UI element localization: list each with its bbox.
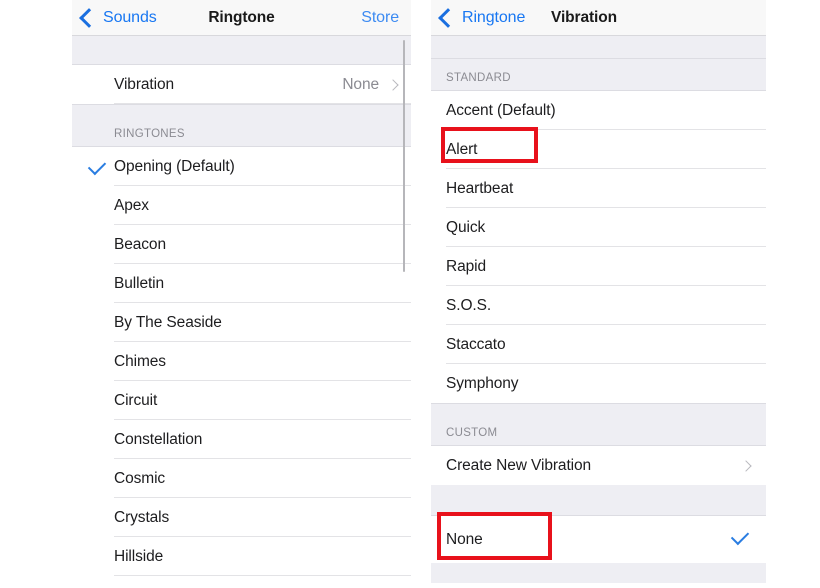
row-ringtone-label: Chimes — [114, 352, 166, 370]
chevron-left-icon — [79, 8, 99, 28]
row-vibration-label: Staccato — [446, 335, 506, 353]
row-ringtone-label: Circuit — [114, 391, 158, 409]
row-ringtone-bulletin[interactable]: Bulletin — [72, 264, 411, 303]
row-vibration-label: Rapid — [446, 257, 486, 275]
row-ringtone-circuit[interactable]: Circuit — [72, 381, 411, 420]
vibration-page-title: Vibration — [551, 8, 617, 26]
row-vibration-none-label: None — [446, 530, 483, 548]
row-ringtone-cosmic[interactable]: Cosmic — [72, 459, 411, 498]
chevron-right-icon — [387, 78, 399, 91]
ringtone-page-title: Ringtone — [208, 8, 275, 26]
row-vibration[interactable]: Vibration None — [72, 65, 411, 104]
standard-section-header: STANDARD — [431, 59, 766, 91]
back-to-ringtone-label: Ringtone — [462, 9, 526, 26]
back-to-sounds-button[interactable]: Sounds — [79, 0, 157, 36]
row-ringtone-label: Bulletin — [114, 274, 165, 292]
top-spacer — [72, 36, 411, 65]
row-vibration-sos[interactable]: S.O.S. — [431, 286, 766, 325]
row-vibration-label: Heartbeat — [446, 179, 514, 197]
row-ringtone-label: Opening (Default) — [114, 157, 235, 175]
row-vibration-label: Symphony — [446, 374, 519, 392]
row-vibration-label: Accent (Default) — [446, 101, 556, 119]
row-vibration-quick[interactable]: Quick — [431, 208, 766, 247]
row-ringtone-apex[interactable]: Apex — [72, 186, 411, 225]
chevron-right-icon — [740, 459, 752, 472]
vibration-navbar: Ringtone Vibration — [431, 0, 766, 36]
row-separator — [114, 103, 411, 104]
row-ringtone-chimes[interactable]: Chimes — [72, 342, 411, 381]
row-ringtone-constellation[interactable]: Constellation — [72, 420, 411, 459]
row-separator — [114, 575, 411, 576]
row-vibration-label: Vibration — [114, 75, 174, 93]
row-ringtone-label: Beacon — [114, 235, 166, 253]
row-ringtone-label: Constellation — [114, 430, 203, 448]
row-vibration-heartbeat[interactable]: Heartbeat — [431, 169, 766, 208]
row-vibration-accent[interactable]: Accent (Default) — [431, 91, 766, 130]
ringtone-panel: Sounds Ringtone Store Vibration None RIN… — [72, 0, 411, 588]
row-ringtone-beacon[interactable]: Beacon — [72, 225, 411, 264]
vibration-panel: Ringtone Vibration STANDARD Accent (Defa… — [431, 0, 766, 588]
row-vibration-label: Alert — [446, 140, 478, 158]
row-create-new-vibration-label: Create New Vibration — [446, 456, 592, 474]
row-vibration-label: Quick — [446, 218, 486, 236]
row-vibration-symphony[interactable]: Symphony — [431, 364, 766, 403]
vertical-scrollbar[interactable] — [402, 40, 405, 272]
mid-spacer — [431, 485, 766, 516]
ringtone-navbar: Sounds Ringtone Store — [72, 0, 411, 36]
bottom-spacer — [431, 563, 766, 583]
row-vibration-rapid[interactable]: Rapid — [431, 247, 766, 286]
ringtones-section-header: RINGTONES — [72, 104, 411, 147]
back-to-sounds-label: Sounds — [103, 9, 157, 26]
back-to-ringtone-button[interactable]: Ringtone — [438, 0, 526, 36]
custom-section-header: CUSTOM — [431, 403, 766, 446]
checkmark-icon — [730, 526, 750, 546]
row-vibration-none[interactable]: None — [431, 516, 766, 563]
row-ringtone-label: Crystals — [114, 508, 170, 526]
ringtone-list: Vibration None RINGTONES Opening (Defaul… — [72, 36, 411, 576]
row-vibration-alert[interactable]: Alert — [431, 130, 766, 169]
row-ringtone-by-the-seaside[interactable]: By The Seaside — [72, 303, 411, 342]
row-vibration-label: S.O.S. — [446, 296, 492, 314]
top-spacer — [431, 36, 766, 59]
row-vibration-value: None — [342, 75, 379, 93]
row-ringtone-crystals[interactable]: Crystals — [72, 498, 411, 537]
row-vibration-staccato[interactable]: Staccato — [431, 325, 766, 364]
vibration-list: STANDARD Accent (Default) Alert Heartbea… — [431, 36, 766, 583]
row-create-new-vibration[interactable]: Create New Vibration — [431, 446, 766, 485]
store-button[interactable]: Store — [361, 9, 399, 27]
row-ringtone-hillside[interactable]: Hillside — [72, 537, 411, 576]
row-ringtone-label: By The Seaside — [114, 313, 222, 331]
chevron-left-icon — [438, 8, 458, 28]
row-ringtone-label: Cosmic — [114, 469, 166, 487]
row-ringtone-label: Hillside — [114, 547, 164, 565]
row-ringtone-label: Apex — [114, 196, 149, 214]
checkmark-icon — [87, 156, 107, 176]
row-ringtone-opening[interactable]: Opening (Default) — [72, 147, 411, 186]
